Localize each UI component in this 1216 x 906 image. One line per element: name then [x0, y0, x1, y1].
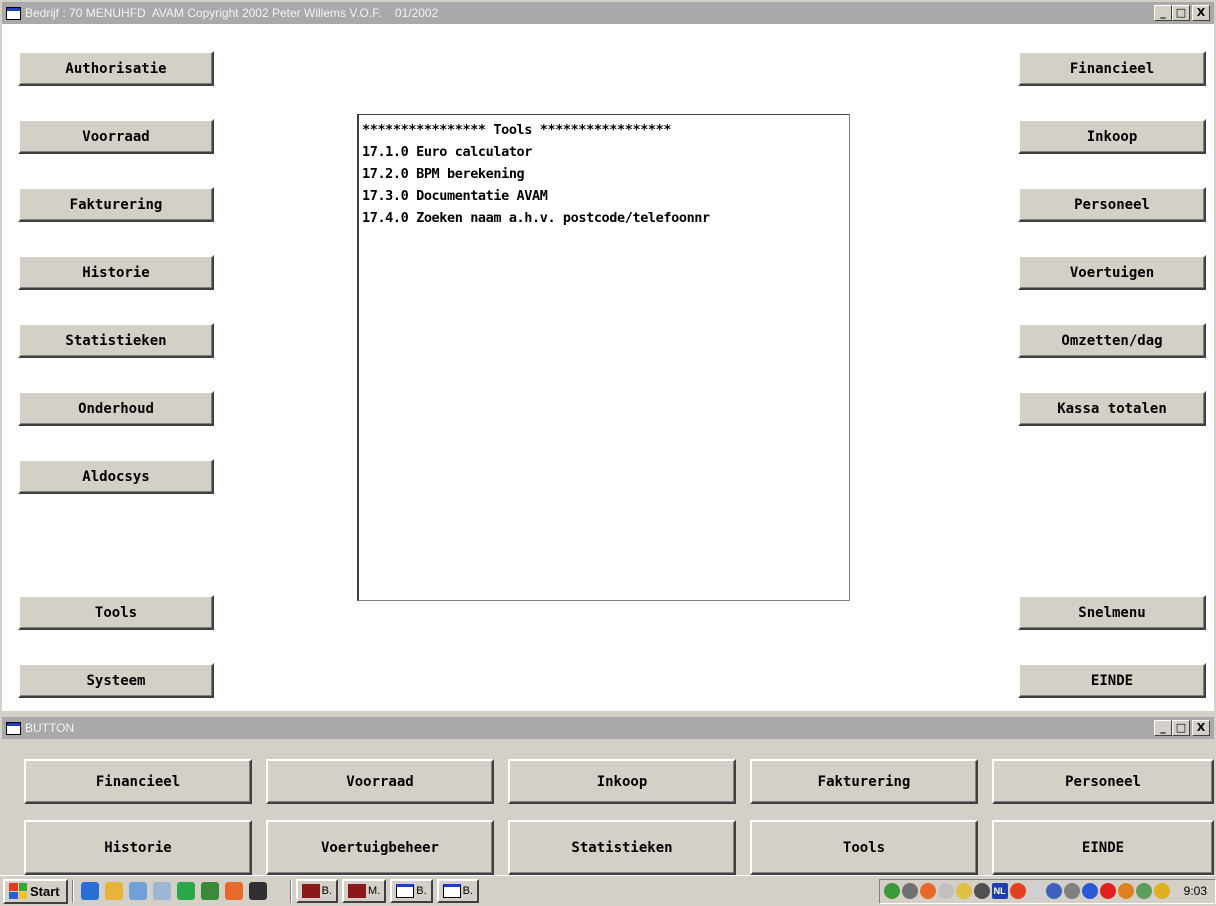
systeem-button[interactable]: Systeem: [18, 663, 214, 698]
bar-einde-button[interactable]: EINDE: [992, 820, 1214, 875]
avam-task-icon: [301, 884, 320, 898]
phone-icon[interactable]: [919, 883, 936, 899]
bar-statistieken-button[interactable]: Statistieken: [508, 820, 736, 875]
dos-icon[interactable]: [248, 882, 267, 900]
tool-icon[interactable]: [1063, 883, 1080, 899]
bar-financieel-button[interactable]: Financieel: [24, 759, 252, 804]
chart-icon[interactable]: [1117, 883, 1134, 899]
app-window-icon: [6, 6, 21, 20]
monitor-icon[interactable]: [1045, 883, 1062, 899]
start-button[interactable]: Start: [3, 878, 68, 904]
voertuigen-button[interactable]: Voertuigen: [1018, 255, 1206, 290]
task-label: B.: [462, 885, 474, 897]
list-item[interactable]: 17.3.0 Documentatie AVAM: [362, 185, 846, 207]
globe-icon[interactable]: [955, 883, 972, 899]
system-tray: NL 9:03: [878, 878, 1216, 904]
snelmenu-button[interactable]: Snelmenu: [1018, 595, 1206, 630]
minimize-button[interactable]: _: [1154, 5, 1172, 21]
edit-icon[interactable]: [104, 882, 123, 900]
personeel-button[interactable]: Personeel: [1018, 187, 1206, 222]
main-window: Bedrijf : 70 MENUHFD AVAM Copyright 2002…: [0, 0, 1216, 713]
bar-voertuigbeheer-button[interactable]: Voertuigbeheer: [266, 820, 494, 875]
app-green-icon[interactable]: [176, 882, 195, 900]
main-window-title: Bedrijf : 70 MENUHFD AVAM Copyright 2002…: [25, 6, 439, 20]
shield-icon[interactable]: [1081, 883, 1098, 899]
window-task-icon: [442, 884, 461, 898]
taskbar: Start B. M. B. B. NL 9:03: [0, 875, 1216, 906]
volume-icon[interactable]: [901, 883, 918, 899]
bar-tools-button[interactable]: Tools: [750, 820, 978, 875]
tools-list-box[interactable]: **************** Tools *****************…: [357, 114, 850, 601]
cd-icon[interactable]: [937, 883, 954, 899]
list-item[interactable]: 17.1.0 Euro calculator: [362, 141, 846, 163]
bar-inkoop-button[interactable]: Inkoop: [508, 759, 736, 804]
printer-icon[interactable]: [973, 883, 990, 899]
vpn-icon[interactable]: [1099, 883, 1116, 899]
list-item[interactable]: 17.2.0 BPM berekening: [362, 163, 846, 185]
window-task-icon: [396, 884, 415, 898]
button-title-bar[interactable]: BUTTON _ □ X: [2, 717, 1214, 739]
sun-icon[interactable]: [1153, 883, 1170, 899]
statistieken-button[interactable]: Statistieken: [18, 323, 214, 358]
task-button[interactable]: B.: [390, 879, 433, 903]
task-button[interactable]: B.: [436, 879, 480, 903]
close-button[interactable]: X: [1192, 720, 1210, 736]
folder-icon[interactable]: [128, 882, 147, 900]
task-button[interactable]: M.: [342, 879, 387, 903]
onderhoud-button[interactable]: Onderhoud: [18, 391, 214, 426]
bar-personeel-button[interactable]: Personeel: [992, 759, 1214, 804]
taskbar-separator: [289, 879, 292, 903]
bar-voorraad-button[interactable]: Voorraad: [266, 759, 494, 804]
fakturering-button[interactable]: Fakturering: [18, 187, 214, 222]
ie-icon[interactable]: [80, 882, 99, 900]
close-button[interactable]: X: [1192, 5, 1210, 21]
tools-button[interactable]: Tools: [18, 595, 214, 630]
list-header: **************** Tools *****************: [362, 122, 672, 138]
search-icon[interactable]: [152, 882, 171, 900]
button-window: BUTTON _ □ X Financieel Voorraad Inkoop …: [0, 715, 1216, 875]
mouse-icon[interactable]: [1027, 883, 1044, 899]
task-button[interactable]: B.: [295, 879, 339, 903]
app-window-icon: [6, 721, 21, 735]
flash-icon[interactable]: [1009, 883, 1026, 899]
financieel-button[interactable]: Financieel: [1018, 51, 1206, 86]
bar-historie-button[interactable]: Historie: [24, 820, 252, 875]
maximize-button[interactable]: □: [1172, 5, 1190, 21]
inkoop-button[interactable]: Inkoop: [1018, 119, 1206, 154]
main-title-bar[interactable]: Bedrijf : 70 MENUHFD AVAM Copyright 2002…: [2, 2, 1214, 24]
windows-logo-icon: [9, 883, 27, 899]
start-label: Start: [30, 883, 60, 899]
bar-fakturering-button[interactable]: Fakturering: [750, 759, 978, 804]
minimize-button[interactable]: _: [1154, 720, 1172, 736]
phone-icon[interactable]: [224, 882, 243, 900]
excel-icon[interactable]: [200, 882, 219, 900]
avam-task-icon: [348, 884, 367, 898]
task-label: B.: [416, 885, 427, 897]
kassa-totalen-button[interactable]: Kassa totalen: [1018, 391, 1206, 426]
einde-button[interactable]: EINDE: [1018, 663, 1206, 698]
button-window-title: BUTTON: [25, 721, 75, 735]
historie-button[interactable]: Historie: [18, 255, 214, 290]
authorisatie-button[interactable]: Authorisatie: [18, 51, 214, 86]
task-label: M.: [368, 885, 381, 897]
list-item[interactable]: 17.4.0 Zoeken naam a.h.v. postcode/telef…: [362, 207, 846, 229]
task-label: B.: [321, 885, 333, 897]
taskbar-separator: [71, 879, 74, 903]
maximize-button[interactable]: □: [1172, 720, 1190, 736]
voorraad-button[interactable]: Voorraad: [18, 119, 214, 154]
agent-icon[interactable]: [1135, 883, 1152, 899]
network-icon[interactable]: [883, 883, 900, 899]
taskbar-clock[interactable]: 9:03: [1184, 884, 1207, 898]
aldocsys-button[interactable]: Aldocsys: [18, 459, 214, 494]
language-icon[interactable]: NL: [991, 883, 1008, 899]
omzetten-dag-button[interactable]: Omzetten/dag: [1018, 323, 1206, 358]
